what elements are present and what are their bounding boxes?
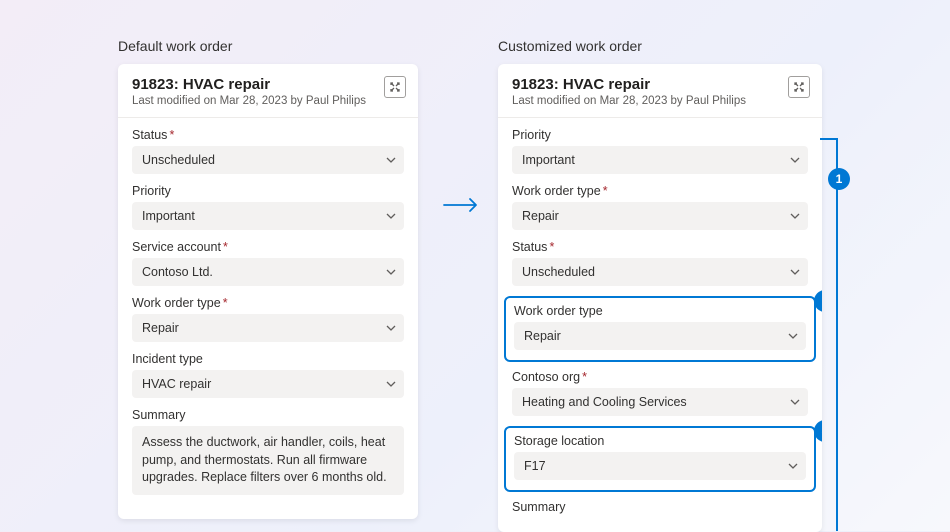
storage-location-select[interactable]: F17 [514, 452, 806, 480]
storage-location-value: F17 [524, 459, 546, 473]
status-value: Unscheduled [522, 265, 595, 279]
chevron-down-icon [386, 267, 396, 277]
priority-label: Priority [512, 128, 808, 142]
work-order-type-value: Repair [142, 321, 179, 335]
card-subtitle: Last modified on Mar 28, 2023 by Paul Ph… [512, 95, 808, 107]
incident-type-value: HVAC repair [142, 377, 211, 391]
work-order-type-select[interactable]: Repair [512, 202, 808, 230]
status-select[interactable]: Unscheduled [132, 146, 404, 174]
priority-value: Important [142, 209, 195, 223]
callout-field-2: Work order type Repair 2 [504, 296, 816, 362]
contoso-org-value: Heating and Cooling Services [522, 395, 687, 409]
work-order-type-2-label: Work order type [514, 304, 806, 318]
card-header: 91823: HVAC repair Last modified on Mar … [498, 64, 822, 118]
expand-button[interactable] [788, 76, 810, 98]
chevron-down-icon [386, 155, 396, 165]
status-label: Status* [132, 128, 404, 142]
work-order-type-select[interactable]: Repair [132, 314, 404, 342]
contoso-org-select[interactable]: Heating and Cooling Services [512, 388, 808, 416]
service-account-select[interactable]: Contoso Ltd. [132, 258, 404, 286]
service-account-label: Service account* [132, 240, 404, 254]
chevron-down-icon [790, 211, 800, 221]
status-label: Status* [512, 240, 808, 254]
summary-label: Summary [512, 500, 808, 514]
priority-label: Priority [132, 184, 404, 198]
chevron-down-icon [790, 397, 800, 407]
expand-icon [389, 81, 401, 93]
storage-location-label: Storage location [514, 434, 806, 448]
work-order-type-label: Work order type* [132, 296, 404, 310]
chevron-down-icon [386, 323, 396, 333]
chevron-down-icon [790, 155, 800, 165]
status-value: Unscheduled [142, 153, 215, 167]
service-account-value: Contoso Ltd. [142, 265, 213, 279]
contoso-org-label: Contoso org* [512, 370, 808, 384]
callout-field-3: Storage location F17 3 [504, 426, 816, 492]
incident-type-select[interactable]: HVAC repair [132, 370, 404, 398]
work-order-type-2-value: Repair [524, 329, 561, 343]
priority-value: Important [522, 153, 575, 167]
card-title: 91823: HVAC repair [512, 76, 808, 93]
work-order-type-2-select[interactable]: Repair [514, 322, 806, 350]
card-header: 91823: HVAC repair Last modified on Mar … [118, 64, 418, 118]
card-subtitle: Last modified on Mar 28, 2023 by Paul Ph… [132, 95, 404, 107]
summary-textarea[interactable]: Assess the ductwork, air handler, coils,… [132, 426, 404, 495]
chevron-down-icon [790, 267, 800, 277]
card-title: 91823: HVAC repair [132, 76, 404, 93]
default-card: 91823: HVAC repair Last modified on Mar … [118, 64, 418, 519]
callout-badge-1: 1 [828, 168, 850, 190]
incident-type-label: Incident type [132, 352, 404, 366]
arrow-right-icon [442, 196, 482, 219]
work-order-type-label: Work order type* [512, 184, 808, 198]
callout-connector-1 [820, 138, 838, 531]
expand-icon [793, 81, 805, 93]
status-select[interactable]: Unscheduled [512, 258, 808, 286]
customized-heading: Customized work order [498, 38, 822, 54]
chevron-down-icon [386, 379, 396, 389]
default-heading: Default work order [118, 38, 418, 54]
chevron-down-icon [386, 211, 396, 221]
work-order-type-value: Repair [522, 209, 559, 223]
summary-label: Summary [132, 408, 404, 422]
chevron-down-icon [788, 331, 798, 341]
chevron-down-icon [788, 461, 798, 471]
priority-select[interactable]: Important [132, 202, 404, 230]
customized-card: 91823: HVAC repair Last modified on Mar … [498, 64, 822, 532]
expand-button[interactable] [384, 76, 406, 98]
priority-select[interactable]: Important [512, 146, 808, 174]
summary-value: Assess the ductwork, air handler, coils,… [142, 435, 387, 484]
